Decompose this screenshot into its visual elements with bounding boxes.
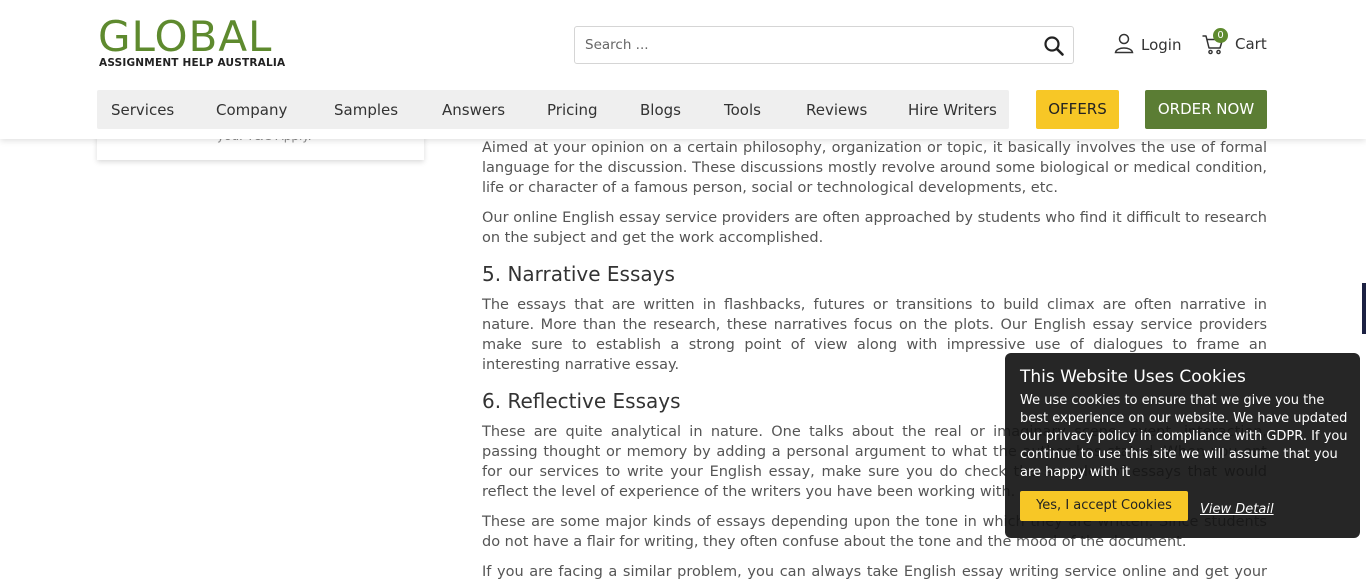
nav-item-reviews[interactable]: Reviews [806,101,867,119]
accept-cookies-button[interactable]: Yes, I accept Cookies [1020,491,1188,521]
view-detail-link[interactable]: View Detail [1200,502,1274,517]
site-logo[interactable]: GLOBAL ASSIGNMENT HELP AUSTRALIA [98,14,288,72]
nav-item-blogs[interactable]: Blogs [640,101,681,119]
main-nav: Services Company Samples Answers Pricing… [97,90,1009,129]
logo-wordmark: GLOBAL [98,12,273,61]
cart-count-badge: 0 [1213,28,1228,43]
user-icon [1113,32,1135,58]
search-icon[interactable] [1043,35,1065,57]
article-paragraph: If you are facing a similar problem, you… [482,564,1267,580]
offers-button[interactable]: OFFERS [1036,90,1119,129]
cart-link[interactable]: 0 Cart [1201,28,1267,58]
nav-item-samples[interactable]: Samples [334,101,398,119]
site-header: GLOBAL ASSIGNMENT HELP AUSTRALIA Login [0,0,1366,139]
article-paragraph: Aimed at your opinion on a certain philo… [482,140,1267,196]
heading-narrative-essays: 5. Narrative Essays [482,262,675,286]
side-tab-indicator[interactable] [1362,283,1366,334]
search-box [574,26,1074,64]
cookie-banner: This Website Uses Cookies We use cookies… [1005,353,1360,538]
nav-item-services[interactable]: Services [111,101,174,119]
nav-item-company[interactable]: Company [216,101,287,119]
nav-item-pricing[interactable]: Pricing [547,101,598,119]
order-now-button[interactable]: ORDER NOW [1145,90,1267,129]
logo-tagline: ASSIGNMENT HELP AUSTRALIA [99,57,286,69]
nav-item-answers[interactable]: Answers [442,101,505,119]
nav-item-hire-writers[interactable]: Hire Writers [908,101,997,119]
cart-icon: 0 [1201,28,1228,56]
login-label: Login [1141,36,1182,54]
cart-label: Cart [1235,35,1267,53]
login-link[interactable]: Login [1113,33,1181,57]
search-input[interactable] [585,35,1025,55]
nav-item-tools[interactable]: Tools [724,101,761,119]
cookie-title: This Website Uses Cookies [1020,367,1246,387]
cookie-body: We use cookies to ensure that we give yo… [1020,393,1348,480]
article-paragraph: Our online English essay service provide… [482,210,1267,246]
